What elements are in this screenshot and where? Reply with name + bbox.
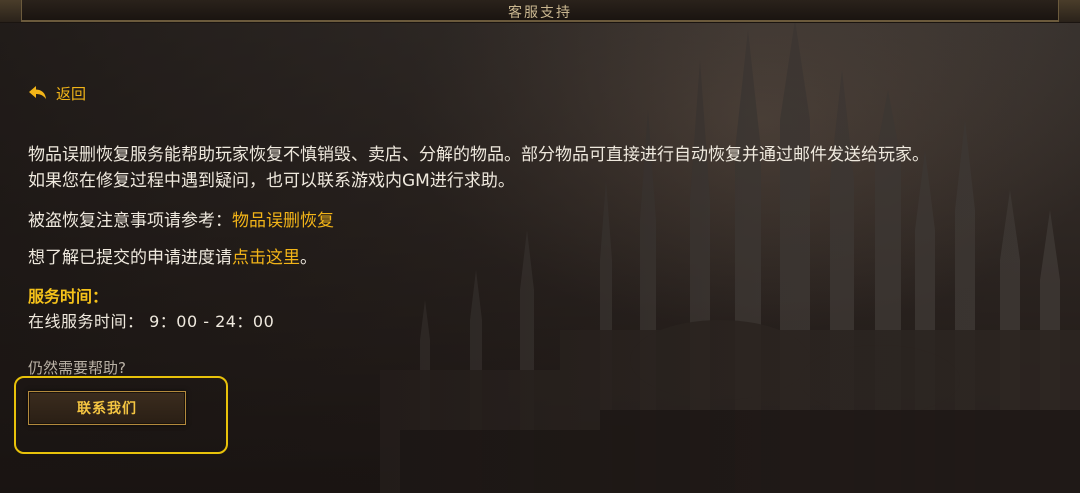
support-content: 返回 物品误删恢复服务能帮助玩家恢复不慎销毁、卖店、分解的物品。部分物品可直接进… [0, 0, 1080, 493]
contact-us-button[interactable]: 联系我们 [28, 391, 186, 425]
service-hours: 在线服务时间： 9：00 - 24：00 [28, 312, 275, 331]
need-help-text: 仍然需要帮助? [28, 359, 126, 377]
back-arrow-icon [28, 85, 48, 101]
intro-line-2: 如果您在修复过程中遇到疑问，也可以联系游戏内GM进行求助。 [28, 171, 515, 191]
back-button[interactable]: 返回 [28, 82, 86, 104]
progress-prefix: 想了解已提交的申请进度请 [28, 248, 232, 268]
intro-paragraph: 物品误删恢复服务能帮助玩家恢复不慎销毁、卖店、分解的物品。部分物品可直接进行自动… [28, 142, 1068, 194]
service-time-heading: 服务时间： [28, 287, 109, 306]
progress-suffix: 。 [300, 248, 317, 268]
intro-line-1: 物品误删恢复服务能帮助玩家恢复不慎销毁、卖店、分解的物品。部分物品可直接进行自动… [28, 145, 929, 165]
click-here-link[interactable]: 点击这里 [232, 248, 300, 268]
notice-line: 被盗恢复注意事项请参考：物品误删恢复 [28, 206, 334, 231]
back-label: 返回 [56, 84, 87, 103]
item-recovery-link[interactable]: 物品误删恢复 [232, 211, 334, 231]
notice-prefix: 被盗恢复注意事项请参考： [28, 211, 232, 231]
progress-line: 想了解已提交的申请进度请点击这里。 [28, 243, 317, 268]
